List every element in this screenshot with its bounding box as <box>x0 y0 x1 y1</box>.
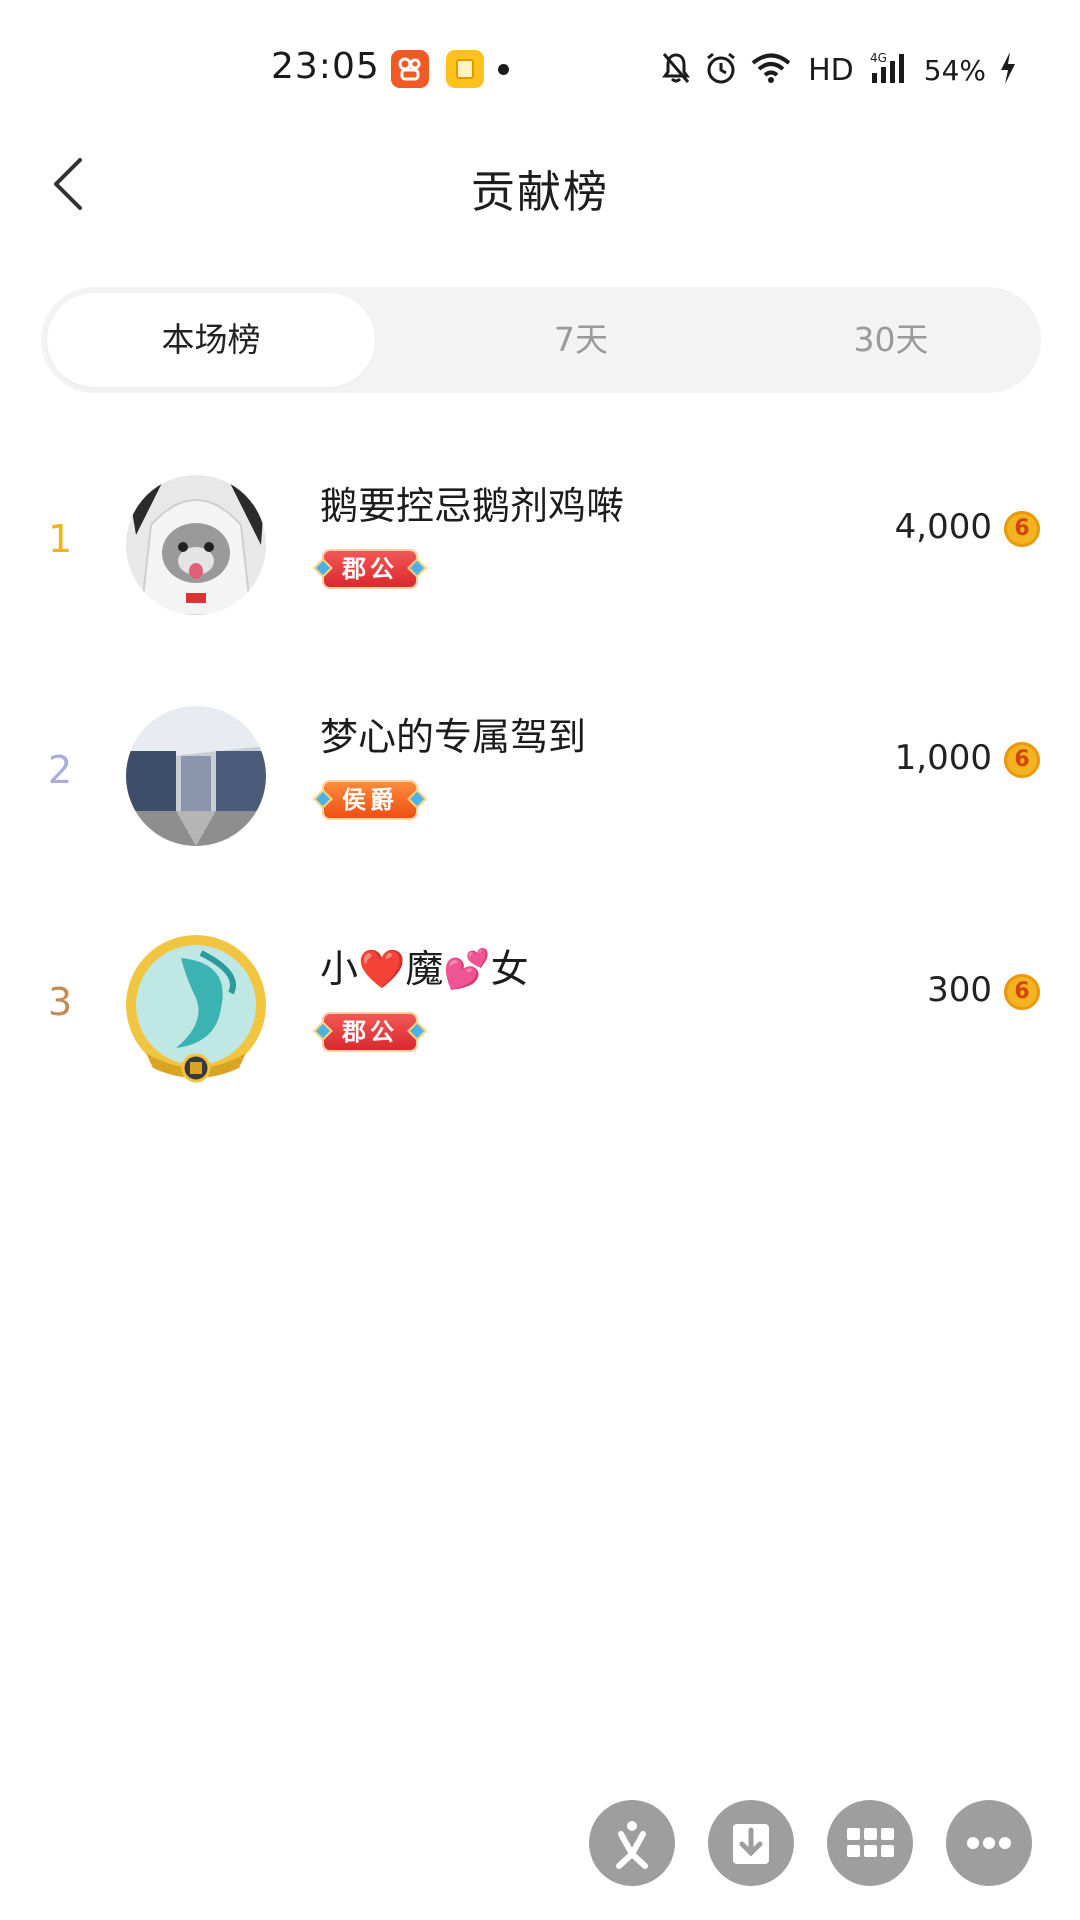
charging-icon <box>998 50 1018 90</box>
rank-number: 2 <box>48 748 73 792</box>
rank-row-2[interactable]: 2 梦心的专属驾到 侯爵 1,000 6 <box>0 696 1080 856</box>
app-yellow-icon <box>446 50 484 88</box>
app-orange-icon <box>391 50 429 88</box>
share-button[interactable] <box>589 1800 675 1886</box>
rank-badge: 郡公 <box>322 549 418 589</box>
contribution-score: 300 <box>927 970 992 1010</box>
status-indicators: HD 4G 54% <box>660 48 1018 92</box>
contribution-score: 4,000 <box>894 507 992 547</box>
tab-7-days[interactable]: 7天 <box>417 293 745 387</box>
rank-badge: 侯爵 <box>322 780 418 820</box>
coin-glyph: 6 <box>1014 979 1030 1004</box>
tab-bar: 本场榜 7天 30天 <box>41 287 1041 393</box>
rank-row-1[interactable]: 1 鹅要控忌鹅剂鸡啭 郡公 4,000 6 <box>0 465 1080 625</box>
avatar[interactable] <box>126 475 266 615</box>
coin-glyph: 6 <box>1014 747 1030 772</box>
status-bar: 23:05 HD 4G 54% <box>0 0 1080 140</box>
user-name: 鹅要控忌鹅剂鸡啭 <box>320 484 625 528</box>
rank-number: 3 <box>48 980 73 1024</box>
rank-number: 1 <box>48 517 73 561</box>
notification-dot-icon <box>498 64 509 75</box>
user-name: 小❤️魔💕女 <box>320 947 529 991</box>
tab-30-days[interactable]: 30天 <box>747 293 1035 387</box>
avatar[interactable] <box>126 706 266 846</box>
tab-this-session[interactable]: 本场榜 <box>47 293 375 387</box>
coin-icon: 6 <box>1004 511 1040 547</box>
wifi-icon <box>750 52 792 88</box>
grid-button[interactable] <box>827 1800 913 1886</box>
rank-badge: 郡公 <box>322 1012 418 1052</box>
rank-row-3[interactable]: 3 小❤️魔💕女 郡公 300 6 <box>0 928 1080 1088</box>
download-button[interactable] <box>708 1800 794 1886</box>
page-title: 贡献榜 <box>471 167 609 218</box>
more-button[interactable] <box>946 1800 1032 1886</box>
svg-text:4G: 4G <box>870 51 887 65</box>
coin-glyph: 6 <box>1014 516 1030 541</box>
network-label: HD <box>808 52 854 88</box>
coin-icon: 6 <box>1004 742 1040 778</box>
alarm-icon <box>704 51 738 89</box>
coin-icon: 6 <box>1004 974 1040 1010</box>
battery-level: 54% <box>923 53 986 87</box>
bell-muted-icon <box>660 51 692 89</box>
user-name: 梦心的专属驾到 <box>320 715 587 759</box>
contribution-score: 1,000 <box>894 738 992 778</box>
status-time: 23:05 <box>271 46 380 87</box>
signal-icon: 4G <box>870 51 912 89</box>
avatar[interactable] <box>126 935 266 1083</box>
